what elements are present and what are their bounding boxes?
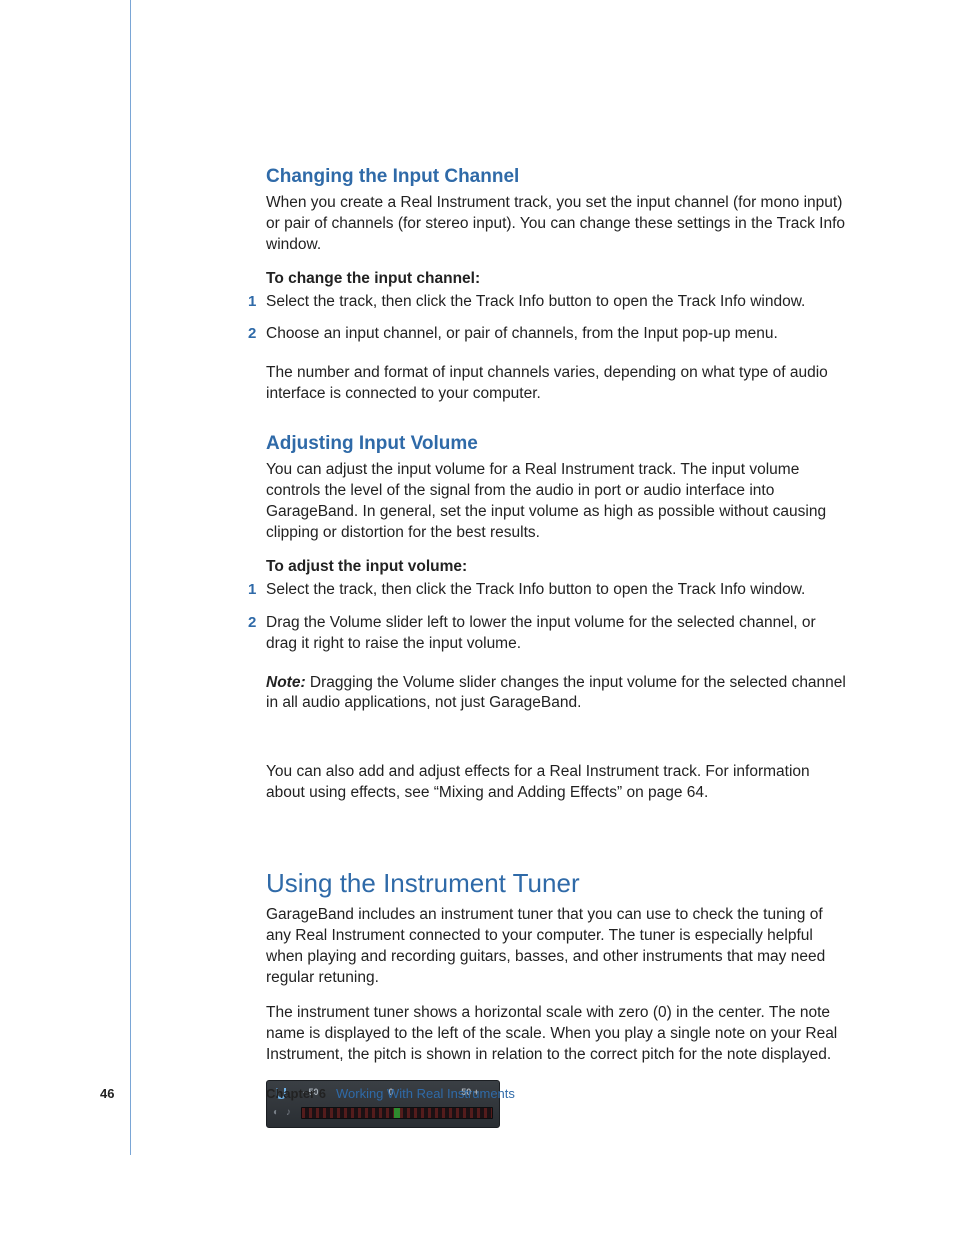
note-body: Dragging the Volume slider changes the i… [266,674,846,712]
step-number: 2 [248,324,256,344]
body-text: When you create a Real Instrument track,… [266,193,846,256]
step-text: Select the track, then click the Track I… [266,581,805,598]
body-text: The number and format of input channels … [266,363,846,405]
heading-changing-input-channel: Changing the Input Channel [266,166,846,189]
note-paragraph: Note: Dragging the Volume slider changes… [266,673,846,715]
note-prefix: Note: [266,674,306,691]
tuner-bottom-row: ◐ ♪ [273,1105,493,1121]
step-list: 1Select the track, then click the Track … [266,580,846,661]
body-text: You can adjust the input volume for a Re… [266,460,846,544]
step-number: 1 [248,292,256,312]
tuner-mode-icons: ◐ ♪ [273,1107,301,1118]
heading-adjusting-input-volume: Adjusting Input Volume [266,433,846,456]
left-margin-rule [130,0,131,1155]
step-text: Select the track, then click the Track I… [266,293,805,310]
body-text: GarageBand includes an instrument tuner … [266,905,846,989]
chapter-title: Working With Real Instruments [336,1086,515,1101]
step-item: 2Choose an input channel, or pair of cha… [266,324,846,351]
content-column: Changing the Input Channel When you crea… [266,166,846,1128]
page: Changing the Input Channel When you crea… [0,0,954,1235]
body-text: The instrument tuner shows a horizontal … [266,1003,846,1066]
instruction-lead: To adjust the input volume: [266,558,846,576]
page-number: 46 [100,1086,114,1101]
step-item: 1Select the track, then click the Track … [266,580,846,607]
heading-using-instrument-tuner: Using the Instrument Tuner [266,868,846,899]
step-number: 2 [248,613,256,633]
instruction-lead: To change the input channel: [266,270,846,288]
tuner-scale-bar [301,1107,493,1119]
step-item: 2Drag the Volume slider left to lower th… [266,613,846,661]
step-text: Choose an input channel, or pair of chan… [266,325,778,342]
step-text: Drag the Volume slider left to lower the… [266,614,816,652]
chapter-label: Chapter 6 [266,1086,326,1101]
step-number: 1 [248,580,256,600]
step-list: 1Select the track, then click the Track … [266,292,846,352]
step-item: 1Select the track, then click the Track … [266,292,846,319]
chapter-footer: Chapter 6 Working With Real Instruments [266,1086,515,1101]
body-text: You can also add and adjust effects for … [266,762,846,804]
tuner-center-marker [394,1108,400,1118]
